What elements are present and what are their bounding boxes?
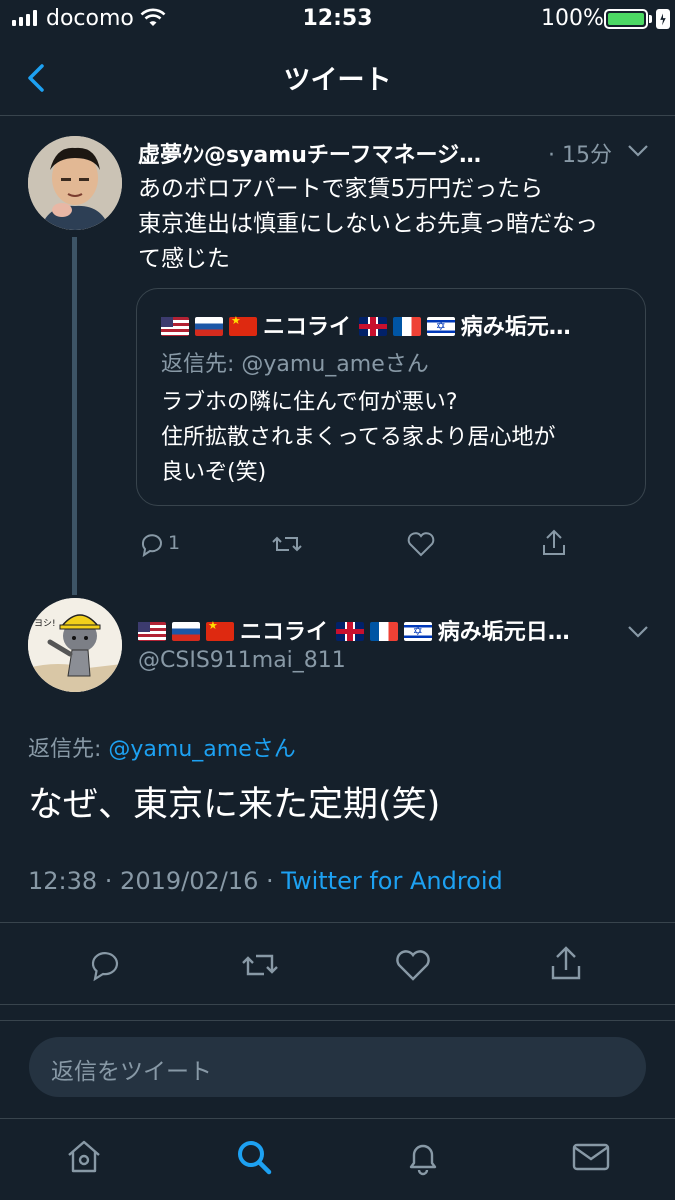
home-icon[interactable]	[64, 1137, 104, 1177]
flag-ru-icon	[195, 317, 223, 336]
thread-connector	[72, 237, 77, 595]
avatar[interactable]	[28, 136, 122, 230]
divider	[0, 1004, 675, 1005]
tweet-author-name[interactable]: ニコライ 病み垢元日…	[138, 614, 570, 646]
flag-fr-icon	[392, 317, 421, 336]
reply-placeholder: 返信をツイート	[51, 1059, 212, 1085]
tab-bar	[0, 1118, 675, 1200]
quoted-reply-to: 返信先: @yamu_ameさん	[161, 352, 429, 377]
page-title: ツイート	[283, 65, 392, 96]
like-icon[interactable]	[406, 530, 436, 558]
flag-fr-icon	[369, 622, 398, 641]
notifications-icon[interactable]	[403, 1137, 443, 1177]
messages-icon[interactable]	[571, 1137, 611, 1177]
divider	[0, 922, 675, 923]
status-bar: docomo 12:53 100%	[0, 0, 675, 40]
tweet-text-line: あのボロアパートで家賃5万円だったら	[138, 176, 544, 202]
like-icon[interactable]	[394, 947, 432, 983]
flag-cn-icon	[229, 314, 257, 336]
battery-percentage: 100%	[541, 6, 604, 31]
tweet-text: なぜ、東京に来た定期(笑)	[28, 785, 441, 825]
flag-il-icon	[403, 622, 432, 641]
flag-uk-icon	[358, 317, 387, 336]
quoted-text-line: 住所拡散されまくってる家より居心地が	[161, 425, 556, 450]
tweet-timestamp: 12:38 · 2019/02/16 ·	[28, 867, 282, 895]
author-handle[interactable]: @CSIS911mai_811	[138, 648, 346, 673]
tweet-text: あのボロアパートで家賃5万円だったら 東京進出は慎重にしないとお先真っ暗だなっ …	[138, 172, 658, 277]
reply-to-mention[interactable]: @yamu_ameさん	[108, 737, 295, 762]
flag-cn-icon	[206, 619, 234, 641]
quoted-text-line: ラブホの隣に住んで何が悪い?	[161, 390, 458, 415]
tweet-metadata: 12:38 · 2019/02/16 · Twitter for Android	[28, 867, 503, 895]
share-icon[interactable]	[548, 944, 584, 984]
flag-us-icon	[161, 317, 189, 336]
search-icon[interactable]	[234, 1137, 274, 1177]
tweet-author-name[interactable]: 虚夢ｸﾝ@syamuチーフマネージ…	[138, 137, 481, 169]
chevron-down-icon[interactable]	[627, 144, 649, 158]
quoted-text-line: 良いぞ(笑)	[161, 460, 267, 485]
tweet-text-line: て感じた	[138, 246, 230, 272]
battery-icon	[604, 9, 648, 29]
retweet-icon[interactable]	[271, 530, 303, 558]
reply-input[interactable]: 返信をツイート	[29, 1037, 646, 1097]
svg-text:ヨシ!: ヨシ!	[34, 619, 56, 629]
avatar[interactable]: ヨシ!	[28, 598, 122, 692]
chevron-down-icon[interactable]	[627, 625, 649, 639]
navigation-bar: ツイート	[0, 40, 675, 116]
reply-icon[interactable]	[88, 947, 124, 983]
tweet-source-link[interactable]: Twitter for Android	[281, 867, 502, 895]
retweet-icon[interactable]	[240, 947, 280, 983]
flag-uk-icon	[335, 622, 364, 641]
tweet-text-line: 東京進出は慎重にしないとお先真っ暗だなっ	[138, 211, 598, 237]
tweet-time: · 15分	[548, 143, 612, 168]
flag-us-icon	[138, 622, 166, 641]
reply-count: 1	[168, 532, 181, 554]
reply-icon[interactable]	[138, 530, 166, 558]
flag-il-icon	[426, 317, 455, 336]
author-name-part2: 病み垢元日…	[437, 620, 570, 645]
flag-ru-icon	[172, 622, 200, 641]
reply-to-prefix: 返信先:	[28, 737, 109, 762]
reply-to-line: 返信先: @yamu_ameさん	[28, 731, 296, 763]
quoted-text: ラブホの隣に住んで何が悪い? 住所拡散されまくってる家より居心地が 良いぞ(笑)	[161, 385, 555, 490]
cat-mascot-icon: ヨシ!	[28, 598, 122, 692]
user-photo-icon	[28, 136, 122, 230]
author-name-part1: ニコライ	[240, 620, 329, 645]
quoted-tweet-card[interactable]: ニコライ 病み垢元… 返信先: @yamu_ameさん ラブホの隣に住んで何が悪…	[136, 288, 646, 506]
quoted-author-name: ニコライ 病み垢元…	[161, 309, 571, 341]
battery-cap	[649, 15, 652, 23]
share-icon[interactable]	[540, 528, 568, 558]
quoted-name-part1: ニコライ	[263, 315, 352, 340]
quoted-name-part2: 病み垢元…	[460, 315, 571, 340]
orientation-lock-icon	[656, 9, 670, 29]
